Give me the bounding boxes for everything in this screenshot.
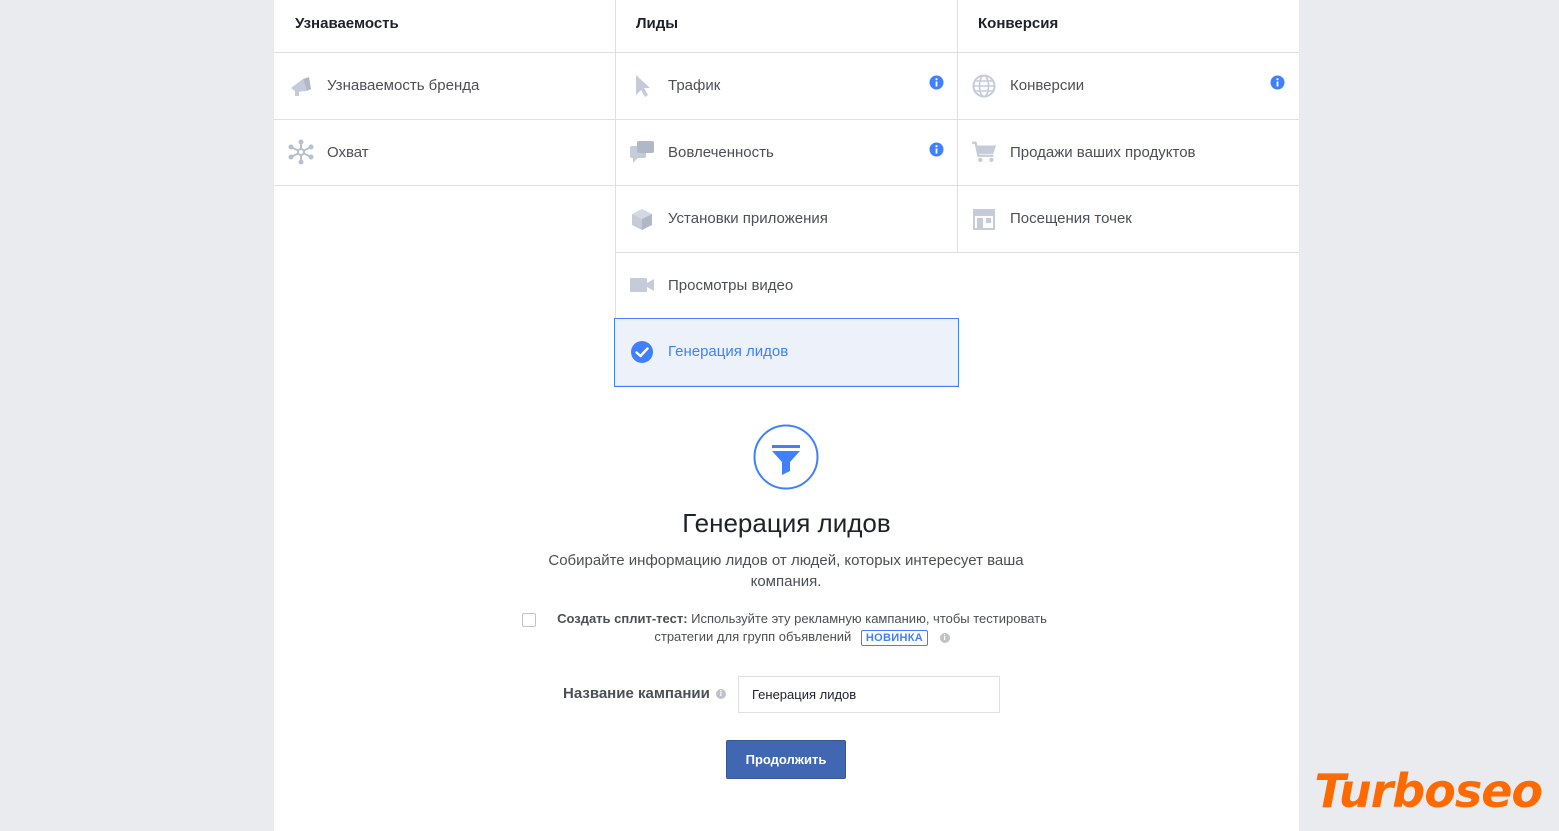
- split-test-text: Создать сплит-тест: Используйте эту рекл…: [522, 610, 1062, 646]
- column-header-awareness: Узнаваемость: [274, 0, 616, 53]
- objective-label: Трафик: [668, 77, 721, 95]
- info-icon[interactable]: [929, 75, 944, 90]
- split-test-checkbox[interactable]: [522, 613, 536, 627]
- objective-label: Конверсии: [1010, 77, 1085, 95]
- column-conversion: Конверсия Конверсии Продажи ваших продук…: [957, 0, 1299, 253]
- cursor-icon: [629, 73, 655, 99]
- split-test-description: Используйте эту рекламную кампанию, чтоб…: [654, 611, 1047, 644]
- objective-app-installs[interactable]: Установки приложения: [615, 186, 958, 253]
- campaign-name-row: Название кампании i: [274, 676, 1299, 713]
- column-leads: Лиды Трафик Вовлеченность Установки прил…: [614, 0, 959, 387]
- objective-panel: Узнаваемость Узнаваемость бренда Охват Л…: [274, 0, 1299, 831]
- objective-product-sales[interactable]: Продажи ваших продуктов: [957, 120, 1299, 186]
- info-icon[interactable]: [1270, 75, 1285, 90]
- video-camera-icon: [629, 272, 655, 298]
- objective-conversions[interactable]: Конверсии: [957, 53, 1299, 120]
- cart-icon: [971, 139, 997, 165]
- chat-bubbles-icon: [629, 139, 655, 165]
- objective-label: Узнаваемость бренда: [327, 77, 480, 95]
- objective-label: Охват: [327, 143, 369, 161]
- campaign-name-label: Название кампании i: [563, 685, 726, 702]
- split-test-label: Создать сплит-тест:: [557, 611, 688, 626]
- funnel-icon: [753, 424, 819, 490]
- objective-label: Генерация лидов: [668, 343, 789, 361]
- column-header-conversion: Конверсия: [957, 0, 1299, 53]
- reach-icon: [288, 139, 314, 165]
- objective-store-visits[interactable]: Посещения точек: [957, 186, 1299, 253]
- column-awareness: Узнаваемость Узнаваемость бренда Охват: [274, 0, 616, 186]
- objective-label: Вовлеченность: [668, 143, 774, 161]
- globe-icon: [971, 73, 997, 99]
- continue-button[interactable]: Продолжить: [726, 740, 846, 779]
- store-icon: [971, 206, 997, 232]
- objective-video-views[interactable]: Просмотры видео: [615, 253, 958, 319]
- box-icon: [629, 206, 655, 232]
- column-header-leads: Лиды: [615, 0, 958, 53]
- megaphone-icon: [288, 73, 314, 99]
- objective-label: Продажи ваших продуктов: [1010, 143, 1196, 161]
- campaign-name-input[interactable]: [738, 676, 1000, 713]
- info-icon[interactable]: i: [939, 632, 950, 643]
- objective-traffic[interactable]: Трафик: [615, 53, 958, 120]
- objective-lead-generation[interactable]: Генерация лидов: [614, 318, 959, 387]
- objective-engagement[interactable]: Вовлеченность: [615, 120, 958, 186]
- objective-label: Установки приложения: [668, 210, 828, 228]
- column-divider: [957, 0, 958, 252]
- detail-description: Собирайте информацию лидов от людей, кот…: [548, 552, 1024, 590]
- objective-reach[interactable]: Охват: [274, 120, 616, 186]
- detail-title: Генерация лидов: [682, 508, 891, 538]
- objective-label: Посещения точек: [1010, 210, 1132, 228]
- objective-brand-awareness[interactable]: Узнаваемость бренда: [274, 53, 616, 120]
- objective-label: Просмотры видео: [668, 276, 794, 294]
- check-circle-icon: [629, 339, 655, 365]
- info-icon[interactable]: i: [715, 689, 726, 700]
- info-icon[interactable]: [929, 142, 944, 157]
- turboseo-watermark: Turboseo: [1314, 764, 1543, 818]
- split-test-row: Создать сплит-тест: Используйте эту рекл…: [522, 610, 1062, 646]
- new-badge: НОВИНКА: [860, 630, 928, 646]
